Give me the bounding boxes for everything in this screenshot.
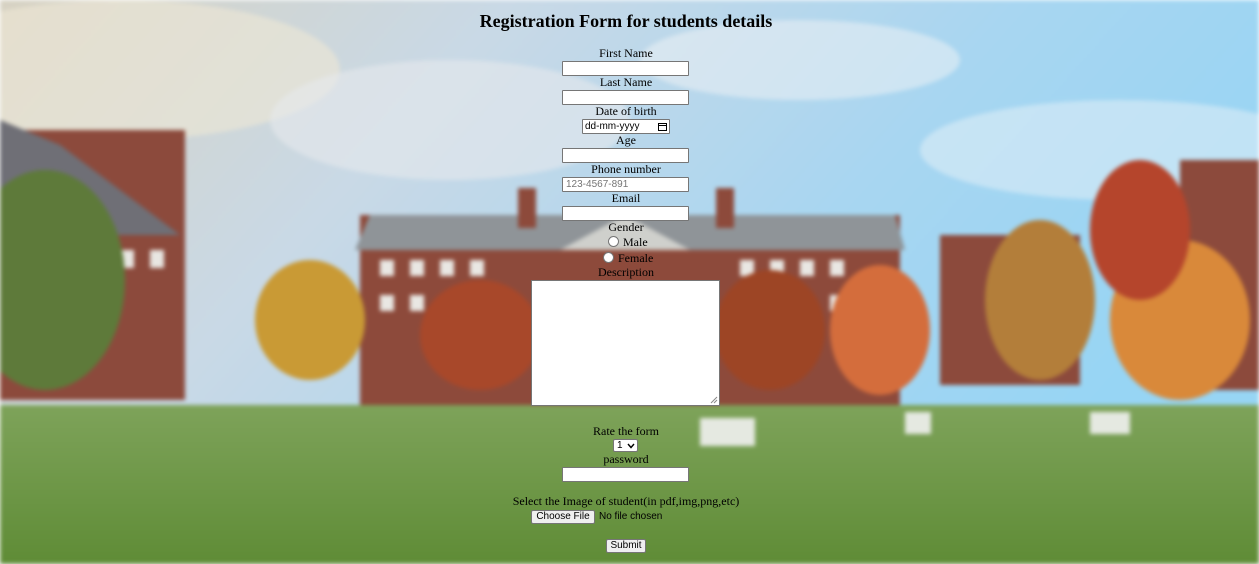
password-input[interactable] (562, 467, 689, 482)
page-title: Registration Form for students details (479, 11, 773, 31)
choose-file-button[interactable]: Choose File (531, 510, 595, 524)
email-label: Email (611, 191, 641, 205)
gender-female-option[interactable]: Female (603, 251, 653, 265)
gender-label: Gender (608, 220, 644, 234)
email-input[interactable] (562, 206, 689, 221)
file-status-text: No file chosen (599, 511, 663, 522)
chevron-down-icon (627, 443, 635, 449)
phone-label: Phone number (591, 162, 661, 176)
description-textarea[interactable] (531, 280, 720, 406)
last-name-input[interactable] (562, 90, 689, 105)
password-label: password (603, 452, 649, 466)
age-label: Age (616, 133, 636, 147)
phone-input[interactable] (562, 177, 689, 192)
first-name-label: First Name (599, 46, 653, 60)
description-label: Description (598, 265, 654, 279)
rating-select[interactable]: 1 (613, 439, 638, 452)
resize-grip-icon[interactable] (710, 396, 718, 404)
radio-female[interactable] (603, 252, 614, 263)
submit-button[interactable]: Submit (606, 539, 646, 553)
dob-value: dd-mm-yyyy (585, 121, 640, 132)
first-name-input[interactable] (562, 61, 689, 76)
image-label: Select the Image of student(in pdf,img,p… (512, 494, 740, 508)
age-input[interactable] (562, 148, 689, 163)
gender-male-label: Male (623, 235, 648, 249)
last-name-label: Last Name (599, 75, 653, 89)
gender-female-label: Female (618, 251, 654, 265)
rating-value: 1 (617, 440, 623, 451)
calendar-icon[interactable] (658, 122, 667, 131)
dob-input[interactable]: dd-mm-yyyy (582, 119, 670, 134)
dob-label: Date of birth (595, 104, 657, 118)
radio-male[interactable] (608, 236, 619, 247)
registration-form: Registration Form for students details F… (0, 0, 1259, 564)
rating-label: Rate the form (593, 424, 659, 438)
gender-male-option[interactable]: Male (608, 235, 648, 249)
